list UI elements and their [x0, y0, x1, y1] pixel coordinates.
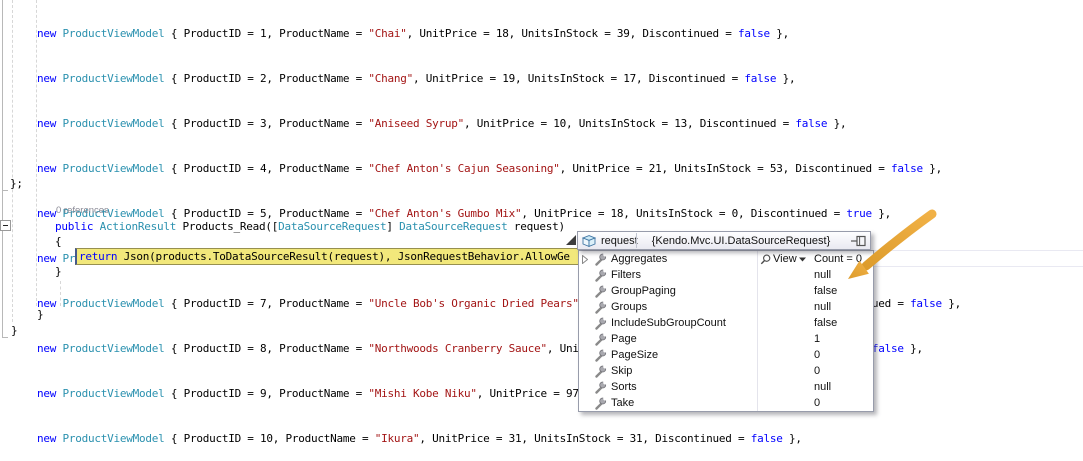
property-value: 1 — [814, 333, 821, 345]
cube-icon — [581, 234, 597, 247]
datatip-row[interactable]: Page 1 — [579, 331, 873, 347]
datatip-row[interactable]: Sorts null — [579, 379, 873, 395]
property-value: 0 — [814, 349, 821, 361]
fold-region-end-tick — [2, 190, 8, 191]
triangle-expanded-icon — [566, 235, 576, 245]
datatip-row[interactable]: PageSize 0 — [579, 347, 873, 363]
datatip-row[interactable]: Skip 0 — [579, 363, 873, 379]
wrench-icon — [594, 332, 611, 346]
code-line[interactable]: new ProductViewModel { ProductID = 1, Pr… — [37, 26, 961, 41]
return-statement[interactable]: return Json(products.ToDataSourceResult(… — [79, 249, 581, 264]
property-value: 0 — [814, 365, 821, 377]
property-value: false — [814, 285, 838, 297]
collapse-region-button[interactable] — [0, 220, 11, 231]
wrench-icon — [594, 300, 611, 314]
code-editor-screenshot: new ProductViewModel { ProductID = 1, Pr… — [0, 0, 1083, 461]
datatip-header[interactable]: request {Kendo.Mvc.UI.DataSourceRequest} — [577, 231, 871, 250]
chevron-down-icon — [798, 257, 806, 261]
array-close-brace[interactable]: }; — [10, 176, 23, 191]
code-line[interactable]: new ProductViewModel { ProductID = 2, Pr… — [37, 71, 961, 86]
property-name: GroupPaging — [611, 285, 676, 297]
property-value: null — [814, 301, 832, 313]
wrench-icon — [594, 380, 611, 394]
magnifier-icon — [760, 254, 771, 264]
method-open-brace[interactable]: { — [55, 234, 62, 249]
property-name: PageSize — [611, 349, 659, 361]
method-signature-line[interactable]: public ActionResult Products_Read([DataS… — [55, 219, 565, 234]
property-name: Skip — [611, 365, 633, 377]
code-line[interactable]: new ProductViewModel { ProductID = 4, Pr… — [37, 161, 961, 176]
code-line[interactable]: new ProductViewModel { ProductID = 3, Pr… — [37, 116, 961, 131]
property-name: Page — [611, 333, 637, 345]
property-value: null — [814, 381, 832, 393]
view-label: View — [773, 253, 797, 265]
header-divider — [636, 233, 637, 248]
folding-outline-line — [2, 0, 3, 338]
fold-region-end-tick — [2, 337, 8, 338]
wrench-icon — [594, 364, 611, 378]
code-line[interactable]: new ProductViewModel { ProductID = 10, P… — [37, 431, 961, 446]
datatip-body: Aggregates View Count = 0 Filters null G… — [578, 250, 874, 412]
datatip-expression: request — [601, 234, 638, 247]
row-expander[interactable] — [579, 253, 594, 265]
visualizer-view-dropdown[interactable]: View — [760, 251, 806, 267]
property-name: Groups — [611, 301, 648, 313]
triangle-collapsed-icon — [582, 253, 589, 265]
datatip-row[interactable]: Groups null — [579, 299, 873, 315]
wrench-icon — [594, 396, 611, 410]
property-name: Filters — [611, 269, 641, 281]
wrench-icon — [594, 316, 611, 330]
wrench-icon — [594, 252, 611, 266]
datatip-row[interactable]: Aggregates View Count = 0 — [579, 251, 873, 267]
current-statement-highlight[interactable]: return Json(products.ToDataSourceResult(… — [75, 248, 582, 265]
property-value: 0 — [814, 397, 821, 409]
namespace-close-brace[interactable]: } — [11, 323, 18, 338]
indent-guide — [12, 0, 13, 322]
property-name: Sorts — [611, 381, 637, 393]
wrench-icon — [594, 284, 611, 298]
datatip-row[interactable]: Filters null — [579, 267, 873, 283]
property-name: Aggregates — [611, 253, 668, 265]
property-value: false — [814, 317, 838, 329]
datatip-root-expander[interactable] — [566, 235, 576, 245]
class-close-brace[interactable]: } — [37, 307, 44, 322]
orange-arrow-annotation — [848, 209, 937, 279]
datatip-type-value: {Kendo.Mvc.UI.DataSourceRequest} — [651, 234, 831, 247]
datatip-row[interactable]: IncludeSubGroupCount false — [579, 315, 873, 331]
datatip-row[interactable]: Take 0 — [579, 395, 873, 411]
datatip-row[interactable]: GroupPaging false — [579, 283, 873, 299]
codelens-references-link[interactable]: 0 references — [56, 205, 109, 216]
property-name: IncludeSubGroupCount — [611, 317, 726, 329]
method-close-brace[interactable]: } — [55, 264, 62, 279]
wrench-icon — [594, 268, 611, 282]
property-name: Take — [611, 397, 635, 409]
property-value: null — [814, 269, 832, 281]
wrench-icon — [594, 348, 611, 362]
